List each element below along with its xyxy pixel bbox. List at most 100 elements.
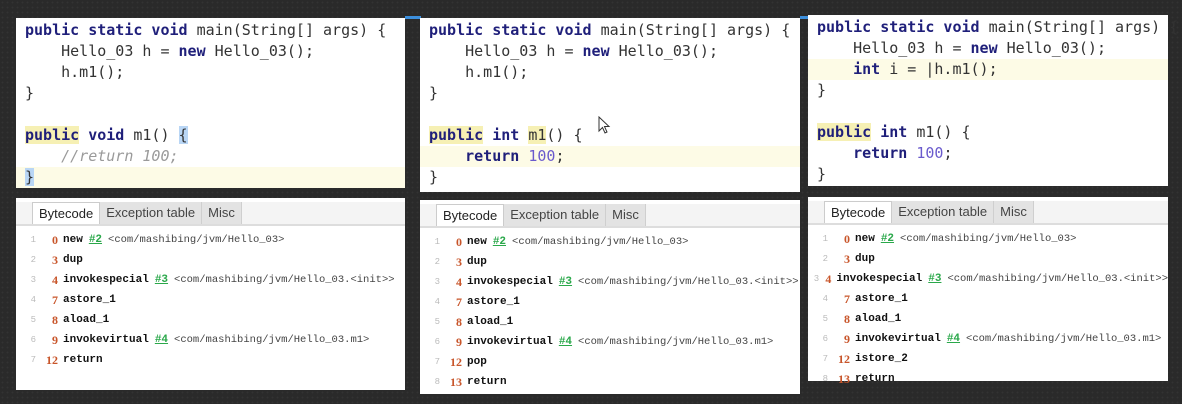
code-token: ;	[943, 144, 953, 162]
code-token: main(String[] args) {	[591, 21, 791, 39]
bytecode-row: 4 7 astore_1	[420, 292, 800, 312]
line-number: 7	[30, 355, 36, 365]
opcode: invokevirtual	[855, 333, 941, 345]
tab-misc[interactable]: Misc	[202, 202, 242, 224]
constant-pool-ref-link[interactable]: #2	[881, 229, 894, 249]
code-line: //return 100;	[16, 146, 405, 167]
line-number: 3	[813, 274, 820, 284]
bytecode-row: 2 3 dup	[16, 250, 405, 270]
code-token: Hello_03();	[997, 39, 1106, 57]
line-number: 6	[822, 334, 828, 344]
bytecode-offset: 9	[456, 335, 462, 349]
bytecode-row: 2 3 dup	[808, 249, 1168, 269]
constant-pool-ref-link[interactable]: #3	[155, 270, 168, 290]
opcode: return	[855, 373, 895, 385]
bytecode-row: 6 9 invokevirtual #4 <com/mashibing/jvm/Hell…	[808, 329, 1168, 349]
code-token: {	[178, 126, 188, 144]
constant-pool-ref-link[interactable]: #2	[493, 232, 506, 252]
code-editor-2[interactable]: public static void main(String[] args) {…	[420, 18, 800, 192]
bytecode-offset: 8	[52, 313, 58, 327]
opcode: astore_1	[63, 294, 116, 306]
line-number: 5	[434, 317, 440, 327]
code-token: Hello_03();	[609, 42, 718, 60]
code-token: public	[25, 126, 80, 144]
bytecode-offset: 8	[456, 315, 462, 329]
code-token: return	[429, 147, 529, 165]
bytecode-offset: 12	[838, 352, 850, 366]
bytecode-comment: <com/mashibing/jvm/Hello_03.<init>>	[578, 276, 799, 288]
opcode: new	[855, 233, 875, 245]
line-number: 1	[434, 237, 440, 247]
bytecode-offset: 4	[52, 273, 58, 287]
code-editor-1[interactable]: public static void main(String[] args) {…	[16, 18, 405, 188]
line-number: 7	[822, 354, 828, 364]
opcode: astore_1	[467, 296, 520, 308]
code-token: int	[483, 126, 529, 144]
bytecode-row: 1 0 new #2 <com/mashibing/jvm/Hello_03>	[420, 232, 800, 252]
bytecode-row: 3 4 invokespecial #3 <com/mashibing/jvm/Hell…	[808, 269, 1168, 289]
code-line: int i = |h.m1();	[808, 59, 1168, 80]
bytecode-row: 3 4 invokespecial #3 <com/mashibing/jvm/Hell…	[420, 272, 800, 292]
constant-pool-ref-link[interactable]: #4	[155, 330, 168, 350]
bytecode-list: 1 0 new #2 <com/mashibing/jvm/Hello_03> 2 3 dup…	[16, 226, 405, 370]
code-token: 100	[916, 144, 944, 162]
tab-bytecode[interactable]: Bytecode	[824, 201, 893, 223]
line-number: 8	[822, 374, 828, 384]
code-line: }	[16, 83, 405, 104]
code-line: public int m1() {	[808, 122, 1168, 143]
bytecode-row: 2 3 dup	[420, 252, 800, 272]
code-line: Hello_03 h = new Hello_03();	[420, 41, 800, 62]
code-token: void	[79, 126, 125, 144]
bytecode-comment: <com/mashibing/jvm/Hello_03.m1>	[966, 333, 1162, 345]
bytecode-comment: <com/mashibing/jvm/Hello_03>	[512, 236, 689, 248]
tab-exception-table[interactable]: Exception table	[100, 202, 203, 224]
tab-misc[interactable]: Misc	[994, 201, 1034, 223]
bytecode-comment: <com/mashibing/jvm/Hello_03.<init>>	[174, 274, 395, 286]
bytecode-offset: 12	[46, 353, 58, 367]
constant-pool-ref-link[interactable]: #3	[559, 272, 572, 292]
code-token: Hello_03 h =	[429, 42, 583, 60]
tab-exception-table[interactable]: Exception table	[892, 201, 995, 223]
line-number: 2	[822, 254, 828, 264]
bytecode-offset: 13	[450, 375, 462, 389]
bytecode-row: 8 13 return	[420, 372, 800, 392]
bytecode-offset: 0	[52, 233, 58, 247]
constant-pool-ref-link[interactable]: #2	[89, 230, 102, 250]
opcode: return	[467, 376, 507, 388]
bytecode-panel-1: Bytecode Exception table Misc 1 0 new #2 <com/m…	[16, 198, 405, 390]
bytecode-row: 7 12 istore_2	[808, 349, 1168, 369]
code-line: }	[808, 80, 1168, 101]
bytecode-offset: 3	[52, 253, 58, 267]
constant-pool-ref-link[interactable]: #4	[947, 329, 960, 349]
bytecode-row: 4 7 astore_1	[16, 290, 405, 310]
opcode: invokevirtual	[63, 334, 149, 346]
code-line: h.m1();	[420, 62, 800, 83]
bytecode-list: 1 0 new #2 <com/mashibing/jvm/Hello_03> 2 3 dup…	[420, 228, 800, 392]
bytecode-comment: <com/mashibing/jvm/Hello_03>	[108, 234, 285, 246]
tab-bytecode[interactable]: Bytecode	[32, 202, 101, 224]
code-token: Hello_03();	[205, 42, 314, 60]
code-token: i =	[880, 60, 926, 78]
bytecode-offset: 8	[844, 312, 850, 326]
bytecode-comment: <com/mashibing/jvm/Hello_03>	[900, 233, 1077, 245]
bytecode-tabs: Bytecode Exception table Misc	[420, 204, 800, 228]
tab-exception-table[interactable]: Exception table	[504, 204, 607, 226]
opcode: invokespecial	[836, 273, 923, 285]
editor-tab-indicator	[405, 16, 421, 19]
code-token: main(String[] args) {	[187, 21, 387, 39]
bytecode-comment: <com/mashibing/jvm/Hello_03.m1>	[578, 336, 774, 348]
constant-pool-ref-link[interactable]: #4	[559, 332, 572, 352]
opcode: invokespecial	[467, 276, 553, 288]
code-editor-3[interactable]: public static void main(String[] args) {…	[808, 15, 1178, 186]
bytecode-offset: 0	[456, 235, 462, 249]
code-token: new	[970, 39, 998, 57]
line-number: 3	[30, 275, 36, 285]
bytecode-row: 6 9 invokevirtual #4 <com/mashibing/jvm/Hell…	[16, 330, 405, 350]
code-token: |h.m1();	[925, 60, 998, 78]
code-token: }	[429, 84, 439, 102]
constant-pool-ref-link[interactable]: #3	[928, 269, 941, 289]
bytecode-offset: 0	[844, 232, 850, 246]
tab-bytecode[interactable]: Bytecode	[436, 204, 505, 226]
code-line: }	[16, 167, 405, 188]
tab-misc[interactable]: Misc	[606, 204, 646, 226]
